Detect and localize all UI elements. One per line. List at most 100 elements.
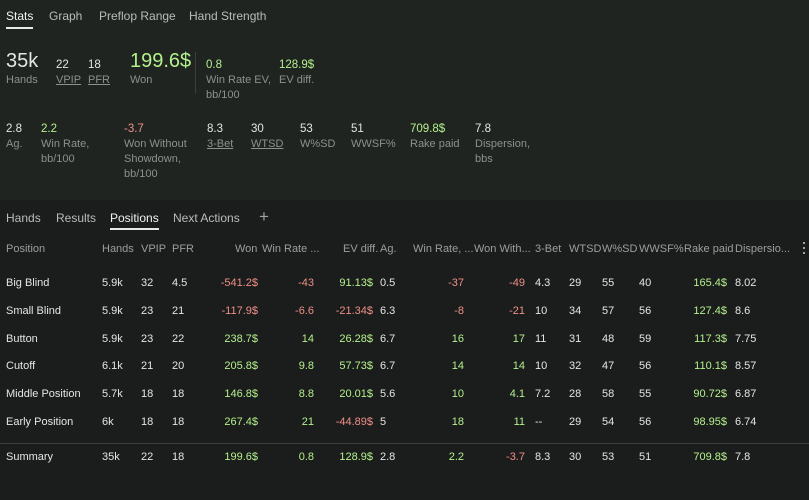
cell-hands: 5.9k	[102, 277, 123, 289]
three-bet-label[interactable]: 3-Bet	[207, 137, 233, 152]
cell-vpip: 18	[141, 416, 154, 428]
cell-rake-paid: 127.4$	[693, 304, 727, 317]
column-header-wsd[interactable]: W%SD	[602, 243, 637, 255]
won-without-sd-value: -3.7	[124, 123, 144, 135]
column-header-wwsf[interactable]: WWSF%	[639, 243, 684, 255]
cell-hands: 35k	[102, 451, 120, 463]
column-header-rake-paid[interactable]: Rake paid	[684, 243, 734, 255]
table-row-big-blind[interactable]: Big Blind 5.9k 32 4.5 -541.2$ -43 91.13$ 0.5 -37…	[0, 270, 805, 296]
table-row-early-position[interactable]: Early Position 6k 18 18 267.4$ 21 -44.89$ 5 18 11…	[0, 409, 805, 435]
cell-three-bet: 8.3	[535, 451, 551, 463]
tab-next-actions[interactable]: Next Actions	[173, 211, 240, 225]
cell-pfr: 18	[172, 416, 185, 428]
tab-positions[interactable]: Positions	[110, 211, 159, 230]
cell-ev-diff: 20.01$	[339, 388, 373, 401]
column-menu-icon[interactable]	[801, 241, 807, 255]
cell-position: Early Position	[6, 416, 74, 428]
cell-wwsf: 56	[639, 360, 652, 373]
pfr-value: 18	[88, 59, 101, 71]
won-without-sd-label-2: Showdown,	[124, 153, 181, 165]
tab-graph[interactable]: Graph	[49, 9, 82, 23]
cell-dispersion: 6.74	[735, 416, 757, 428]
cell-wwsf: 51	[639, 451, 652, 463]
cell-win-rate-bb: 16	[451, 332, 464, 345]
cell-win-rate-bb: 18	[451, 416, 464, 428]
table-row-button[interactable]: Button 5.9k 23 22 238.7$ 14 26.28$ 6.7 16 17 11 31 4…	[0, 326, 805, 352]
cell-rake-paid: 165.4$	[693, 277, 727, 289]
cell-won-without-sd: -49	[509, 277, 525, 289]
pfr-label[interactable]: PFR	[88, 73, 110, 88]
column-header-dispersion[interactable]: Dispersio...	[735, 243, 790, 255]
cell-ag: 5	[380, 416, 387, 428]
cell-wtsd: 28	[569, 388, 582, 401]
won-without-sd-unit: bb/100	[124, 168, 158, 180]
column-header-pfr[interactable]: PFR	[172, 243, 194, 255]
dispersion-value: 7.8	[475, 123, 491, 135]
cell-won: -541.2$	[220, 277, 258, 289]
cell-win-rate: 0.8	[298, 451, 314, 463]
cell-win-rate-bb: -8	[454, 304, 464, 317]
column-header-wtsd[interactable]: WTSD	[569, 243, 601, 255]
three-bet-value: 8.3	[207, 123, 223, 135]
column-header-three-bet[interactable]: 3-Bet	[535, 243, 561, 255]
tab-preflop-range[interactable]: Preflop Range	[99, 9, 176, 23]
tab-hand-strength[interactable]: Hand Strength	[189, 9, 266, 23]
ev-diff-label: EV diff.	[279, 74, 315, 86]
vpip-label[interactable]: VPIP	[56, 73, 81, 88]
column-header-ag[interactable]: Ag.	[380, 243, 397, 255]
column-header-ev-diff[interactable]: EV diff.	[343, 243, 378, 255]
cell-wsd: 57	[602, 304, 615, 317]
table-row-middle-position[interactable]: Middle Position 5.7k 18 18 146.8$ 8.8 20.01$ 5.…	[0, 381, 805, 407]
cell-wsd: 58	[602, 388, 615, 401]
cell-three-bet: 4.3	[535, 277, 551, 289]
column-header-win-rate-bb[interactable]: Win Rate, ...	[413, 243, 474, 255]
cell-three-bet: 10	[535, 360, 548, 373]
cell-won: 146.8$	[224, 388, 258, 401]
cell-won-without-sd: 11	[513, 416, 525, 428]
cell-win-rate-bb: 2.2	[448, 451, 464, 463]
wsd-label: W%SD	[300, 138, 336, 150]
ag-label: Ag.	[6, 138, 23, 150]
cell-vpip: 32	[141, 277, 154, 289]
add-tab-icon[interactable]: +	[259, 207, 269, 227]
cell-won-without-sd: 17	[512, 332, 525, 345]
column-header-position[interactable]: Position	[6, 243, 45, 255]
cell-ev-diff: 128.9$	[339, 451, 373, 463]
column-header-won[interactable]: Won	[235, 243, 257, 255]
rake-value: 709.8$	[410, 123, 446, 135]
cell-pfr: 18	[172, 451, 185, 463]
won-without-sd-label: Won Without	[124, 138, 187, 150]
table-row-small-blind[interactable]: Small Blind 5.9k 23 21 -117.9$ -6.6 -21.34$ 6.3…	[0, 298, 805, 324]
cell-dispersion: 8.6	[735, 304, 751, 317]
cell-won: 199.6$	[224, 451, 258, 463]
table-row-cutoff[interactable]: Cutoff 6.1k 21 20 205.8$ 9.8 57.73$ 6.7 14 14 10 32…	[0, 353, 805, 379]
cell-win-rate: -6.6	[295, 304, 314, 317]
tab-hands[interactable]: Hands	[6, 211, 41, 225]
win-rate-value: 2.2	[41, 123, 57, 135]
cell-rake-paid: 98.95$	[693, 416, 727, 428]
cell-win-rate: 8.8	[298, 388, 314, 401]
cell-vpip: 22	[141, 451, 154, 463]
won-value: 199.6$	[130, 50, 192, 72]
summary-divider	[195, 52, 196, 94]
table-row-summary[interactable]: Summary 35k 22 18 199.6$ 0.8 128.9$ 2.8 2.2 -3.7 8…	[0, 444, 805, 470]
cell-ev-diff: -21.34$	[335, 304, 373, 317]
column-header-win-rate[interactable]: Win Rate ...	[262, 243, 319, 255]
cell-position: Cutoff	[6, 360, 36, 373]
cell-wtsd: 32	[569, 360, 582, 373]
cell-wtsd: 34	[569, 304, 582, 317]
column-header-vpip[interactable]: VPIP	[141, 243, 166, 255]
column-header-hands[interactable]: Hands	[102, 243, 134, 255]
wtsd-label[interactable]: WTSD	[251, 137, 283, 152]
column-header-won-without-sd[interactable]: Won With...	[474, 243, 531, 255]
tab-results[interactable]: Results	[56, 211, 96, 225]
cell-dispersion: 6.87	[735, 388, 757, 401]
cell-ev-diff: -44.89$	[335, 416, 373, 428]
cell-hands: 5.9k	[102, 304, 123, 317]
cell-position: Middle Position	[6, 388, 81, 401]
cell-wwsf: 56	[639, 304, 652, 317]
cell-position: Small Blind	[6, 304, 62, 317]
cell-ag: 6.7	[380, 360, 396, 373]
tab-stats[interactable]: Stats	[6, 9, 34, 29]
cell-win-rate: 21	[301, 416, 314, 428]
